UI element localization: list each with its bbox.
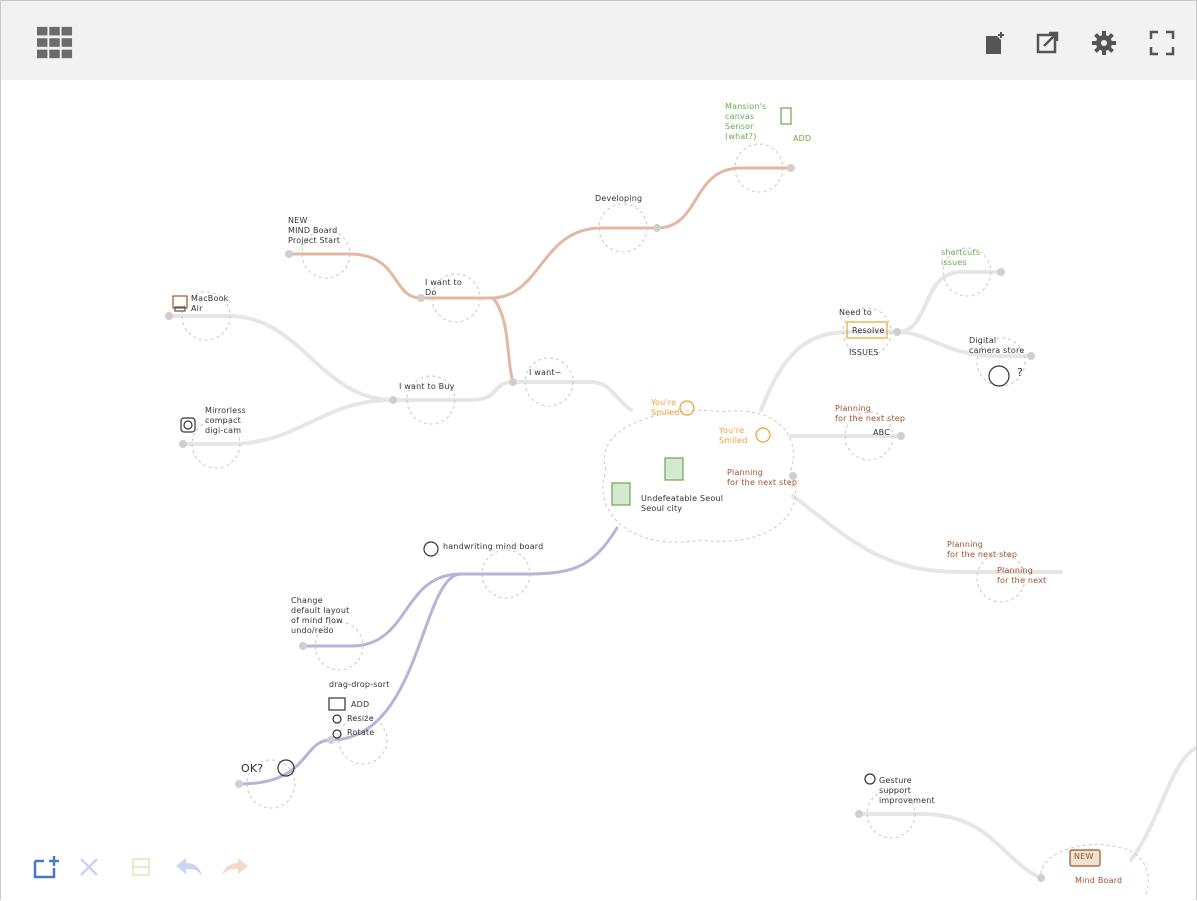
note-drag-drop[interactable]: drag-drop-sort: [329, 680, 390, 690]
close-icon: [80, 858, 98, 876]
settings-button[interactable]: [1086, 25, 1122, 61]
branch-right-edge: [1129, 746, 1196, 862]
note-resolve[interactable]: Resolve: [852, 326, 884, 336]
delete-node-button[interactable]: [72, 852, 106, 882]
note-compact-camera[interactable]: Mirrorless compact digi-cam: [205, 406, 246, 436]
note-ok[interactable]: OK?: [241, 762, 263, 775]
add-node-icon: [33, 856, 59, 879]
grid-menu-icon: [37, 26, 73, 59]
note-digital-camera[interactable]: Digital camera store: [969, 336, 1024, 356]
note-question[interactable]: ?: [1017, 366, 1023, 379]
branch-developing: [287, 166, 793, 300]
note-macbook[interactable]: MacBook Air: [191, 294, 229, 314]
branch-shortcuts: [895, 270, 1003, 334]
branch-macbook: [167, 314, 395, 402]
note-planning-2[interactable]: Planning for the next step: [727, 468, 797, 488]
note-abc[interactable]: ABC: [873, 428, 890, 438]
export-icon: [1036, 31, 1059, 54]
fullscreen-icon: [1149, 30, 1175, 56]
collapse-icon: [132, 858, 150, 876]
note-add[interactable]: ADD: [351, 700, 369, 710]
note-shortcuts[interactable]: shortcuts issues: [941, 248, 980, 268]
note-mind-board[interactable]: Mind Board: [1075, 876, 1122, 886]
undo-button[interactable]: [172, 852, 206, 882]
grid-menu-button[interactable]: [37, 25, 73, 61]
new-document-button[interactable]: [977, 25, 1013, 61]
note-sensor[interactable]: Mansion's canvas Sensor (what?): [725, 102, 766, 142]
branch-resolve: [759, 330, 899, 412]
redo-button[interactable]: [218, 852, 252, 882]
mindmap-canvas[interactable]: Mansion's canvas Sensor (what?) ADD Deve…: [1, 80, 1196, 901]
note-i-want-to-do[interactable]: I want to Do: [425, 278, 462, 298]
fullscreen-button[interactable]: [1144, 25, 1180, 61]
note-i-want-to-buy[interactable]: I want to Buy: [399, 382, 455, 392]
branch-i-want: [491, 296, 515, 384]
note-sensor-add[interactable]: ADD: [793, 134, 811, 144]
note-planning-3[interactable]: Planning for the next step: [947, 540, 1017, 560]
note-new-badge[interactable]: NEW: [1074, 852, 1094, 862]
top-toolbar: [1, 1, 1196, 80]
note-i-want[interactable]: I want~: [529, 368, 562, 378]
note-developing[interactable]: Developing: [595, 194, 642, 204]
note-resize[interactable]: Resize: [347, 714, 374, 724]
note-smiled-2[interactable]: You're Smiled: [719, 426, 748, 446]
note-smiled-1[interactable]: You're Smiled: [651, 398, 680, 418]
note-new-mindboard[interactable]: NEW MIND Board Project Start: [288, 216, 340, 246]
note-planning-4[interactable]: Planning for the next: [997, 566, 1046, 586]
center-node-caption[interactable]: Undefeatable Seoul Seoul city: [641, 494, 723, 514]
note-issues[interactable]: ISSUES: [849, 348, 879, 358]
note-gesture[interactable]: Gesture support improvement: [879, 776, 935, 806]
gear-icon: [1092, 31, 1116, 55]
branch-gesture: [857, 812, 1043, 880]
export-button[interactable]: [1030, 25, 1066, 61]
branch-ok: [237, 526, 619, 786]
note-change-default[interactable]: Change default layout of mind flow undo/…: [291, 596, 349, 636]
redo-icon: [222, 858, 248, 876]
note-planning-1[interactable]: Planning for the next step: [835, 404, 905, 424]
note-need-to[interactable]: Need to: [839, 308, 872, 318]
note-rotate[interactable]: Rotate: [347, 728, 374, 738]
new-document-icon: [986, 32, 1004, 54]
collapse-button[interactable]: [124, 852, 158, 882]
add-node-button[interactable]: [30, 852, 64, 882]
undo-icon: [176, 858, 202, 876]
note-emoji-row[interactable]: handwriting mind board: [443, 542, 543, 552]
branch-planning: [791, 494, 1063, 574]
